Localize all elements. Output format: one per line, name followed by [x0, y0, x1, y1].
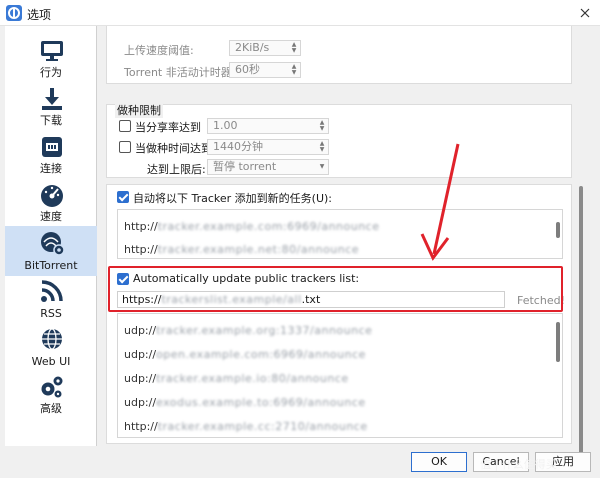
tracker-group: 自动将以下 Tracker 添加到新的任务(U): http://tracker… [106, 184, 572, 444]
app-icon [6, 5, 22, 21]
globe-icon [42, 328, 62, 350]
bittorrent-icon [41, 232, 65, 256]
sidebar-item-webui[interactable]: Web UI [5, 322, 97, 372]
list-item: udp://exodus.example.to:6969/announce [124, 396, 366, 409]
download-icon [42, 88, 62, 110]
sidebar-item-rss[interactable]: RSS [5, 274, 97, 324]
seeding-limits-group: 做种限制 当分享率达到 1.00 ▲ ▼ 当做种时间达到 1440分钟 ▲ ▼ 达到… [106, 102, 572, 178]
title-bar: 选项 [0, 0, 600, 26]
list-item: http://tracker.example.net:80/announce [124, 243, 360, 256]
network-icon [42, 137, 62, 157]
sidebar-item-downloads[interactable]: 下载 [5, 82, 97, 132]
rss-icon [41, 280, 63, 302]
list-item: http://tracker.example.com:6969/announce [124, 220, 380, 233]
main-scrollbar[interactable] [574, 26, 588, 456]
sidebar-item-speed[interactable]: 速度 [5, 178, 97, 228]
tracker-list-scrollbar[interactable] [556, 222, 560, 238]
arrow-annotation [420, 143, 460, 261]
gears-icon [41, 376, 63, 398]
settings-content: 上传速度阈值: 2KiB/s ▲ ▼ Torrent 非活动计时器: 60秒 ▲ ▼… [103, 26, 573, 444]
ratio-limit-checkbox[interactable] [119, 120, 131, 132]
upload-rate-label: 上传速度阈值: [124, 44, 194, 57]
ok-button[interactable]: OK [411, 452, 467, 472]
monitor-icon [41, 41, 63, 61]
main-scrollbar-thumb[interactable] [579, 186, 583, 456]
list-item: udp://open.example.com:6969/announce [124, 348, 366, 361]
limit-action-label: 达到上限后: [147, 163, 206, 176]
torrent-queue-group: 上传速度阈值: 2KiB/s ▲ ▼ Torrent 非活动计时器: 60秒 ▲ ▼ [106, 26, 572, 84]
sidebar: 行为 下载 连接 速度 BitTorrent RSS Web UI 高级 [5, 26, 97, 446]
watermark-text: 值 | 什么值得买 [480, 458, 557, 471]
ratio-limit-label: 当分享率达到 [135, 121, 201, 134]
sidebar-item-bittorrent[interactable]: BitTorrent [5, 226, 97, 276]
auto-add-trackers-checkbox[interactable] [117, 191, 129, 203]
public-tracker-list-scrollbar[interactable] [556, 322, 560, 362]
inactive-timer-spinbox[interactable]: 60秒 ▲ ▼ [229, 62, 301, 78]
list-item: udp://tracker.example.io:80/announce [124, 372, 349, 385]
limit-action-select[interactable]: 暂停 torrent ▼ [207, 159, 329, 175]
sidebar-item-advanced[interactable]: 高级 [5, 370, 97, 420]
auto-add-trackers-label: 自动将以下 Tracker 添加到新的任务(U): [133, 192, 333, 205]
close-icon [580, 8, 590, 18]
seeding-limits-title: 做种限制 [115, 102, 163, 118]
highlight-annotation [108, 266, 563, 312]
gauge-icon [41, 185, 63, 207]
sidebar-item-connection[interactable]: 连接 [5, 130, 97, 180]
upload-rate-spinbox[interactable]: 2KiB/s ▲ ▼ [229, 40, 301, 56]
public-tracker-list[interactable]: udp://tracker.example.org:1337/announce … [117, 313, 563, 438]
ratio-limit-spinbox[interactable]: 1.00 ▲ ▼ [207, 118, 329, 134]
window-title: 选项 [27, 8, 52, 22]
time-limit-checkbox[interactable] [119, 141, 131, 153]
list-item: http://tracker.example.cc:2710/announce [124, 420, 368, 433]
tracker-list-textarea[interactable]: http://tracker.example.com:6969/announce… [117, 209, 563, 259]
time-limit-label: 当做种时间达到 [135, 142, 212, 155]
list-item: udp://tracker.example.org:1337/announce [124, 324, 373, 337]
time-limit-spinbox[interactable]: 1440分钟 ▲ ▼ [207, 139, 329, 155]
close-button[interactable] [574, 3, 596, 23]
inactive-timer-label: Torrent 非活动计时器: [124, 66, 236, 79]
sidebar-item-behavior[interactable]: 行为 [5, 34, 97, 84]
